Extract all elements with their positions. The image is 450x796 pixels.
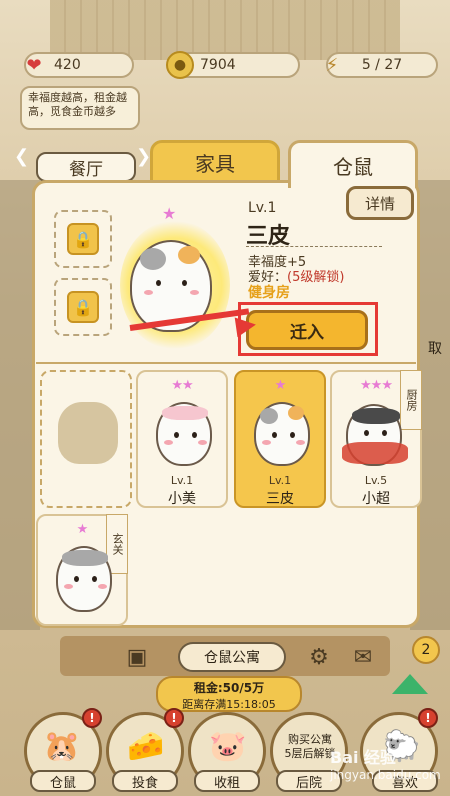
calendar-icon[interactable]: ▣	[120, 640, 154, 674]
hamster-card-xiaomei[interactable]: ★★ Lv.1 小美	[136, 370, 228, 508]
wing-left-icon: ❮	[14, 146, 30, 167]
hamster-image	[56, 546, 112, 612]
details-button[interactable]: 详情	[346, 186, 414, 220]
hobby-lock-note: (5级解锁)	[287, 270, 345, 285]
alert-badge: !	[418, 708, 438, 728]
hearts-value: 420	[54, 57, 81, 73]
card-level: Lv.1	[170, 474, 194, 487]
card-name: 小超	[362, 491, 390, 507]
lock-icon: 🔒	[67, 223, 99, 255]
hamster-level: Lv.1	[248, 200, 277, 216]
alert-badge: !	[164, 708, 184, 728]
highlight-box	[238, 302, 378, 356]
piggy-bank-icon: 🐷	[209, 729, 247, 764]
card-level: Lv.5	[364, 474, 388, 487]
watermark-sub: jingyan.baidu.com	[330, 768, 441, 782]
card-name: 三皮	[266, 491, 294, 507]
watermark: Bai 经验 jingyan.baidu.com	[330, 744, 441, 782]
rent-status: 租金:50/5万 距离存满15:18:05	[156, 676, 302, 712]
hamster-icon: 🐹	[43, 729, 81, 764]
hamster-card-xiaochao[interactable]: ★★★ 厨房 Lv.5 小超	[330, 370, 422, 508]
hamster-silhouette	[58, 402, 118, 464]
up-arrow-icon[interactable]	[392, 674, 428, 694]
hamster-card-sanpi[interactable]: ★ Lv.1 三皮	[234, 370, 326, 508]
cheese-icon: 🧀	[127, 729, 165, 764]
star-rating: ★★	[171, 378, 193, 393]
hamster-image	[254, 402, 310, 466]
nav-hamster-label: 仓鼠	[30, 770, 96, 792]
lightning-icon: ⚡	[325, 54, 339, 76]
tab-restaurant[interactable]: 餐厅	[36, 152, 136, 182]
coins-value: 7904	[200, 57, 236, 73]
hobby-value: 健身房	[248, 285, 290, 301]
energy-value: 5 / 27	[361, 57, 403, 73]
section-divider	[36, 362, 416, 364]
gear-icon[interactable]: ⚙	[302, 640, 336, 674]
pointer-arrow-head	[234, 314, 258, 338]
coins-counter: ● 7904	[166, 51, 300, 79]
nav-rent-label: 收租	[194, 770, 260, 792]
mail-icon[interactable]: ✉	[346, 640, 380, 674]
hamster-card-5[interactable]: ★ 玄关	[36, 514, 128, 626]
watermark-main: Bai 经验	[330, 748, 397, 767]
energy-counter: ⚡ 5 / 27	[326, 52, 438, 78]
tip-notice: 幸福度越高，租金越高，觅食金币越多	[20, 86, 140, 130]
divider	[246, 246, 382, 247]
tab-hamster[interactable]: 仓鼠	[288, 140, 418, 188]
locked-slot[interactable]: 🔒	[54, 278, 112, 336]
tab-furniture[interactable]: 家具	[150, 140, 280, 184]
location-ribbon: 厨房	[400, 370, 422, 430]
star-rating: ★	[274, 378, 287, 393]
alert-badge: !	[82, 708, 102, 728]
roof	[50, 0, 400, 60]
coin-icon: ●	[166, 51, 194, 79]
card-name: 小美	[168, 491, 196, 507]
hamster-apartment-button[interactable]: 仓鼠公寓	[178, 642, 286, 672]
hearts-counter: ❤ 420	[24, 52, 134, 78]
card-level: Lv.1	[268, 474, 292, 487]
side-text: 取	[428, 341, 442, 357]
lock-icon: 🔒	[67, 291, 99, 323]
count-badge[interactable]: 2	[412, 636, 440, 664]
empty-hamster-slot[interactable]	[40, 370, 132, 508]
hamster-image	[342, 404, 408, 466]
nav-feed-label: 投食	[112, 770, 178, 792]
hamster-image	[156, 402, 212, 466]
rent-amount: 租金:50/5万	[193, 681, 265, 695]
heart-icon: ❤	[26, 54, 42, 76]
locked-slot[interactable]: 🔒	[54, 210, 112, 268]
wing-right-icon: ❯	[136, 146, 152, 167]
